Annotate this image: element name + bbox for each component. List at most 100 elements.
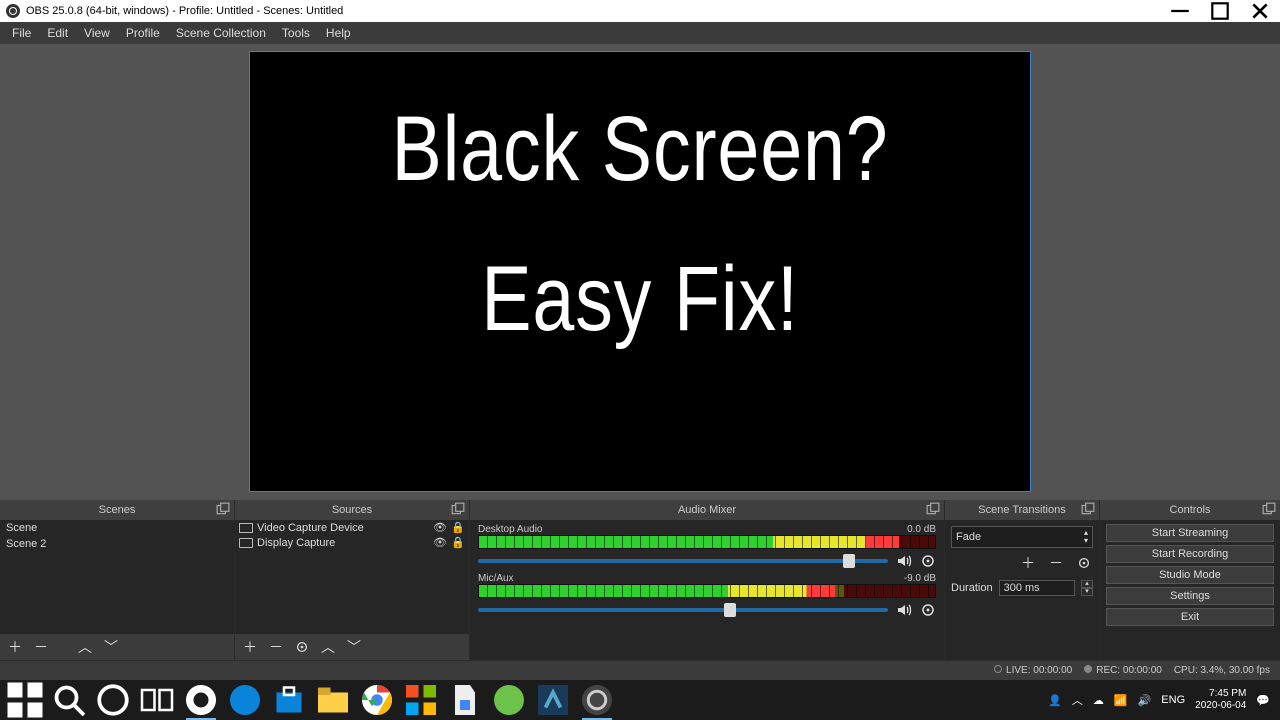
tray-chevron-up-icon[interactable]: ︿: [1072, 692, 1083, 708]
camera-icon: [239, 523, 253, 533]
preview-canvas[interactable]: Black Screen? Easy Fix!: [250, 52, 1030, 491]
source-remove-button[interactable]: －: [267, 638, 285, 656]
taskbar-app-obs[interactable]: [576, 680, 618, 720]
speaker-icon[interactable]: [896, 602, 912, 618]
transition-remove-button[interactable]: －: [1047, 554, 1065, 572]
duration-step-down[interactable]: ▾: [1081, 588, 1093, 596]
menu-help[interactable]: Help: [318, 24, 359, 42]
status-live: LIVE: 00:00:00: [1006, 665, 1072, 676]
minimize-button[interactable]: [1160, 0, 1200, 22]
controls-panel: Controls Start Streaming Start Recording…: [1100, 500, 1280, 660]
menu-file[interactable]: File: [4, 24, 39, 42]
sources-title: Sources: [332, 504, 372, 516]
start-recording-button[interactable]: Start Recording: [1106, 545, 1274, 563]
menu-bar: File Edit View Profile Scene Collection …: [0, 22, 1280, 44]
status-cpu: CPU: 3.4%, 30.00 fps: [1174, 665, 1270, 676]
controls-title: Controls: [1170, 504, 1211, 516]
transitions-panel: Scene Transitions Fade ▴▾ ＋ － Duration 3…: [945, 500, 1100, 660]
transition-select[interactable]: Fade ▴▾: [951, 526, 1093, 548]
start-menu-button[interactable]: [4, 680, 46, 720]
volume-slider[interactable]: [478, 559, 888, 563]
lock-toggle-icon[interactable]: 🔒: [451, 521, 465, 534]
track-name: Mic/Aux: [478, 573, 514, 584]
source-label: Video Capture Device: [257, 522, 429, 534]
visibility-toggle-icon[interactable]: 👁: [433, 536, 447, 549]
transition-properties-button[interactable]: [1075, 554, 1093, 572]
tray-language[interactable]: ENG: [1161, 694, 1185, 706]
transitions-title: Scene Transitions: [978, 504, 1065, 516]
obs-logo-icon: [6, 4, 20, 18]
maximize-button[interactable]: [1200, 0, 1240, 22]
taskbar-app-generic-3[interactable]: [488, 680, 530, 720]
taskbar-app-generic-1[interactable]: [400, 680, 442, 720]
taskbar-app-store[interactable]: [268, 680, 310, 720]
source-move-up-button[interactable]: ︿: [319, 638, 337, 656]
tray-notifications-icon[interactable]: 💬: [1256, 694, 1270, 707]
source-row[interactable]: Video Capture Device 👁 🔒: [235, 520, 469, 535]
taskbar-app-obs-alt[interactable]: [180, 680, 222, 720]
source-properties-button[interactable]: [293, 638, 311, 656]
menu-edit[interactable]: Edit: [39, 24, 76, 42]
windows-taskbar: 👤 ︿ ☁ 📶 🔊 ENG 7:45 PM 2020-06-04 💬: [0, 680, 1280, 720]
controls-popout-icon[interactable]: [1262, 502, 1276, 516]
studio-mode-button[interactable]: Studio Mode: [1106, 566, 1274, 584]
tray-date: 2020-06-04: [1195, 700, 1246, 712]
duration-input[interactable]: 300 ms: [999, 580, 1075, 596]
taskbar-app-chrome[interactable]: [356, 680, 398, 720]
source-move-down-button[interactable]: ﹀: [345, 638, 363, 656]
rec-indicator-icon: [1084, 665, 1092, 673]
speaker-icon[interactable]: [896, 553, 912, 569]
menu-tools[interactable]: Tools: [274, 24, 318, 42]
audio-track: Mic/Aux-9.0 dB: [478, 573, 936, 618]
scene-move-down-button[interactable]: ﹀: [102, 638, 120, 656]
source-label: Display Capture: [257, 537, 429, 549]
gear-icon[interactable]: [920, 602, 936, 618]
taskbar-app-explorer[interactable]: [312, 680, 354, 720]
status-bar: LIVE: 00:00:00 REC: 00:00:00 CPU: 3.4%, …: [0, 660, 1280, 680]
source-row[interactable]: Display Capture 👁 🔒: [235, 535, 469, 550]
track-name: Desktop Audio: [478, 524, 543, 535]
scenes-popout-icon[interactable]: [216, 502, 230, 516]
cortana-button[interactable]: [92, 680, 134, 720]
transition-selected-label: Fade: [956, 531, 981, 543]
taskbar-app-generic-2[interactable]: [444, 680, 486, 720]
preview-area[interactable]: Black Screen? Easy Fix!: [0, 44, 1280, 500]
gear-icon[interactable]: [920, 553, 936, 569]
transitions-popout-icon[interactable]: [1081, 502, 1095, 516]
scene-move-up-button[interactable]: ︿: [76, 638, 94, 656]
scenes-panel: Scenes Scene Scene 2 ＋ － ︿ ﹀: [0, 500, 235, 660]
transition-add-button[interactable]: ＋: [1019, 554, 1037, 572]
tray-people-icon[interactable]: 👤: [1048, 694, 1062, 707]
exit-button[interactable]: Exit: [1106, 608, 1274, 626]
task-view-button[interactable]: [136, 680, 178, 720]
scene-item[interactable]: Scene: [0, 520, 234, 536]
source-add-button[interactable]: ＋: [241, 638, 259, 656]
mixer-title: Audio Mixer: [678, 504, 736, 516]
tray-clock[interactable]: 7:45 PM 2020-06-04: [1195, 688, 1246, 712]
menu-profile[interactable]: Profile: [118, 24, 168, 42]
scene-item[interactable]: Scene 2: [0, 536, 234, 552]
close-button[interactable]: [1240, 0, 1280, 22]
visibility-toggle-icon[interactable]: 👁: [433, 521, 447, 534]
settings-button[interactable]: Settings: [1106, 587, 1274, 605]
sources-panel: Sources Video Capture Device 👁 🔒 Display…: [235, 500, 470, 660]
tray-volume-icon[interactable]: 🔊: [1138, 694, 1152, 707]
tray-onedrive-icon[interactable]: ☁: [1093, 694, 1104, 707]
volume-slider[interactable]: [478, 608, 888, 612]
sources-popout-icon[interactable]: [451, 502, 465, 516]
mixer-popout-icon[interactable]: [926, 502, 940, 516]
taskbar-app-edge[interactable]: [224, 680, 266, 720]
start-streaming-button[interactable]: Start Streaming: [1106, 524, 1274, 542]
tray-network-icon[interactable]: 📶: [1114, 694, 1128, 707]
scene-remove-button[interactable]: －: [32, 638, 50, 656]
audio-mixer-panel: Audio Mixer Desktop Audio0.0 dBMic/Aux-9…: [470, 500, 945, 660]
duration-step-up[interactable]: ▴: [1081, 580, 1093, 588]
lock-toggle-icon[interactable]: 🔒: [451, 536, 465, 549]
menu-scene-collection[interactable]: Scene Collection: [168, 24, 274, 42]
scene-add-button[interactable]: ＋: [6, 638, 24, 656]
taskbar-app-generic-4[interactable]: [532, 680, 574, 720]
menu-view[interactable]: View: [76, 24, 118, 42]
taskbar-search-button[interactable]: [48, 680, 90, 720]
live-indicator-icon: [994, 665, 1002, 673]
audio-meter: [478, 584, 936, 598]
